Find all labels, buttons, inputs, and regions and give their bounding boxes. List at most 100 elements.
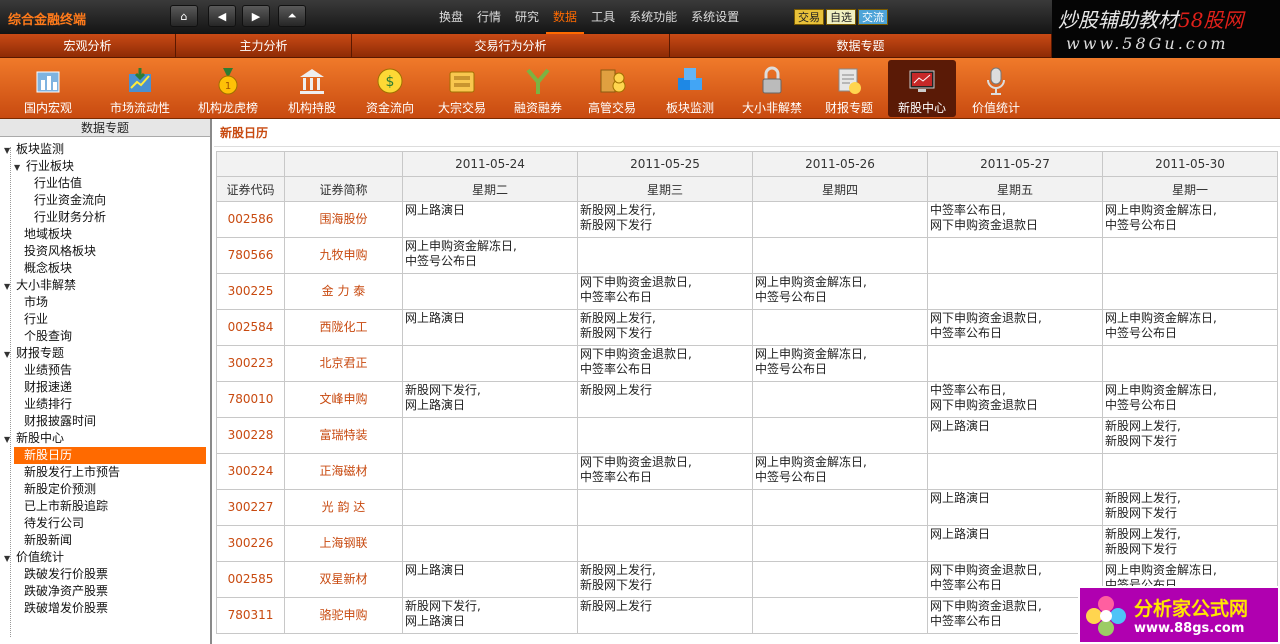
tree-node-25[interactable]: 跌破发行价股票 (14, 566, 108, 583)
stock-code[interactable]: 300223 (216, 345, 285, 382)
stock-name[interactable]: 上海钢联 (284, 525, 403, 562)
tree-node-21[interactable]: 已上市新股追踪 (14, 498, 108, 515)
stock-name[interactable]: 双星新材 (284, 561, 403, 598)
collapse-triangle-icon[interactable]: ▼ (14, 159, 26, 176)
stock-name[interactable]: 骆驼申购 (284, 597, 403, 634)
tool-11[interactable]: 新股中心 (888, 60, 956, 117)
category-3[interactable]: 数据专题 (670, 34, 1052, 57)
tool-9[interactable]: 大小非解禁 (732, 60, 812, 117)
tree-node-6[interactable]: 投资风格板块 (14, 243, 96, 260)
tool-6[interactable]: 融资融券 (504, 60, 572, 117)
tree-node-8[interactable]: ▼ 大小非解禁 (4, 277, 76, 294)
tree-node-10[interactable]: 行业 (14, 311, 48, 328)
category-2[interactable]: 交易行为分析 (352, 34, 670, 57)
category-1[interactable]: 主力分析 (176, 34, 352, 57)
stock-code[interactable]: 300227 (216, 489, 285, 526)
table-row[interactable]: 300225 金 力 泰网下申购资金退款日, 中签率公布日 网上申购资金解冻日, 中签号… (216, 273, 1278, 310)
menu-item-1[interactable]: 行情 (470, 0, 508, 34)
stock-name[interactable]: 围海股份 (284, 201, 403, 238)
tree-node-19[interactable]: 新股发行上市预告 (14, 464, 120, 481)
table-row[interactable]: 780566 九牧申购 网上申购资金解冻日, 中签号公布日 (216, 237, 1278, 274)
tree-node-22[interactable]: 待发行公司 (14, 515, 84, 532)
tree-node-9[interactable]: 市场 (14, 294, 48, 311)
tree-node-5[interactable]: 地域板块 (14, 226, 72, 243)
stock-name[interactable]: 文峰申购 (284, 381, 403, 418)
tree-node-7[interactable]: 概念板块 (14, 260, 72, 277)
tree-node-26[interactable]: 跌破净资产股票 (14, 583, 108, 600)
tree-node-0[interactable]: ▼ 板块监测 (4, 141, 64, 158)
tool-8[interactable]: 板块监测 (656, 60, 724, 117)
stock-code[interactable]: 300224 (216, 453, 285, 490)
tree-node-27[interactable]: 跌破增发价股票 (14, 600, 108, 617)
tree-node-16[interactable]: 财报披露时间 (14, 413, 96, 430)
menu-item-4[interactable]: 工具 (584, 0, 622, 34)
collapse-triangle-icon[interactable]: ▼ (4, 346, 16, 363)
table-row[interactable]: 780010 文峰申购 新股网下发行, 网上路演日 新股网上发行 中签率公布日, 网下申购资… (216, 381, 1278, 418)
stock-code[interactable]: 002585 (216, 561, 285, 598)
tree-node-11[interactable]: 个股查询 (14, 328, 72, 345)
tool-10[interactable]: 财报专题 (818, 60, 880, 117)
stock-name[interactable]: 金 力 泰 (284, 273, 403, 310)
collapse-triangle-icon[interactable]: ▼ (4, 142, 16, 159)
tree-node-20[interactable]: 新股定价预测 (14, 481, 96, 498)
category-0[interactable]: 宏观分析 (0, 34, 176, 57)
stock-code[interactable]: 002584 (216, 309, 285, 346)
tree-node-24[interactable]: ▼ 价值统计 (4, 549, 64, 566)
tree-node-13[interactable]: 业绩预告 (14, 362, 72, 379)
top-button[interactable]: ⏶ (278, 5, 306, 27)
tree-node-23[interactable]: 新股新闻 (14, 532, 72, 549)
collapse-triangle-icon[interactable]: ▼ (4, 278, 16, 295)
stock-code[interactable]: 002586 (216, 201, 285, 238)
stock-name[interactable]: 正海磁材 (284, 453, 403, 490)
tool-3[interactable]: 机构持股 (276, 60, 348, 117)
menu-item-5[interactable]: 系统功能 (622, 0, 684, 34)
stock-code[interactable]: 780566 (216, 237, 285, 274)
stock-code[interactable]: 780010 (216, 381, 285, 418)
quick-button-0[interactable]: 交易 (794, 9, 824, 25)
tree-node-18[interactable]: 新股日历 (14, 447, 206, 464)
tool-7[interactable]: 高管交易 (580, 60, 644, 117)
tree-node-17[interactable]: ▼ 新股中心 (4, 430, 64, 447)
tree-node-3[interactable]: 行业资金流向 (24, 192, 106, 209)
tool-4[interactable]: $ 资金流向 (358, 60, 422, 117)
stock-name[interactable]: 光 韵 达 (284, 489, 403, 526)
table-row[interactable]: 300226 上海钢联 网上路演日 新股网上发行, 新股网下发行 (216, 525, 1278, 562)
home-button[interactable]: ⌂ (170, 5, 198, 27)
quick-button-2[interactable]: 交流 (858, 9, 888, 25)
tool-5[interactable]: 大宗交易 (430, 60, 494, 117)
tool-0[interactable]: 国内宏观 (6, 60, 90, 117)
table-row[interactable]: 002586 围海股份 网上路演日 新股网上发行, 新股网下发行 中签率公布日, 网下申购资… (216, 201, 1278, 238)
stock-code[interactable]: 780311 (216, 597, 285, 634)
collapse-triangle-icon[interactable]: ▼ (4, 431, 16, 448)
stock-name[interactable]: 西陇化工 (284, 309, 403, 346)
stock-name[interactable]: 富瑞特装 (284, 417, 403, 454)
tree-node-14[interactable]: 财报速递 (14, 379, 72, 396)
tool-1[interactable]: 市场流动性 (98, 60, 182, 117)
menu-item-2[interactable]: 研究 (508, 0, 546, 34)
quick-button-1[interactable]: 自选 (826, 9, 856, 25)
table-row[interactable]: 300227 光 韵 达 网上路演日 新股网上发行, 新股网下发行 (216, 489, 1278, 526)
menu-item-6[interactable]: 系统设置 (684, 0, 746, 34)
tool-12[interactable]: 价值统计 (962, 60, 1030, 117)
tree-node-1[interactable]: ▼ 行业板块 (14, 158, 74, 175)
menu-item-3[interactable]: 数据 (546, 0, 585, 34)
menu-item-0[interactable]: 换盘 (432, 0, 470, 34)
stock-code[interactable]: 300228 (216, 417, 285, 454)
tree-node-12[interactable]: ▼ 财报专题 (4, 345, 64, 362)
tree-node-4[interactable]: 行业财务分析 (24, 209, 106, 226)
stock-name[interactable]: 北京君正 (284, 345, 403, 382)
tree-node-2[interactable]: 行业估值 (24, 175, 82, 192)
tree-node-15[interactable]: 业绩排行 (14, 396, 72, 413)
collapse-triangle-icon[interactable]: ▼ (4, 550, 16, 567)
stock-code[interactable]: 300226 (216, 525, 285, 562)
table-row[interactable]: 300228 富瑞特装 网上路演日 新股网上发行, 新股网下发行 (216, 417, 1278, 454)
table-row[interactable]: 300223 北京君正 网下申购资金退款日, 中签率公布日 网上申购资金解冻日, 中签号公… (216, 345, 1278, 382)
event-cell: 网上申购资金解冻日,中签号公布日 (752, 453, 928, 490)
tool-2[interactable]: 1 机构龙虎榜 (190, 60, 266, 117)
forward-button[interactable]: ▶ (242, 5, 270, 27)
stock-name[interactable]: 九牧申购 (284, 237, 403, 274)
table-row[interactable]: 300224 正海磁材 网下申购资金退款日, 中签率公布日 网上申购资金解冻日, 中签号公… (216, 453, 1278, 490)
stock-code[interactable]: 300225 (216, 273, 285, 310)
table-row[interactable]: 002584 西陇化工 网上路演日 新股网上发行, 新股网下发行 网下申购资金退款日, 中签… (216, 309, 1278, 346)
back-button[interactable]: ◀ (208, 5, 236, 27)
